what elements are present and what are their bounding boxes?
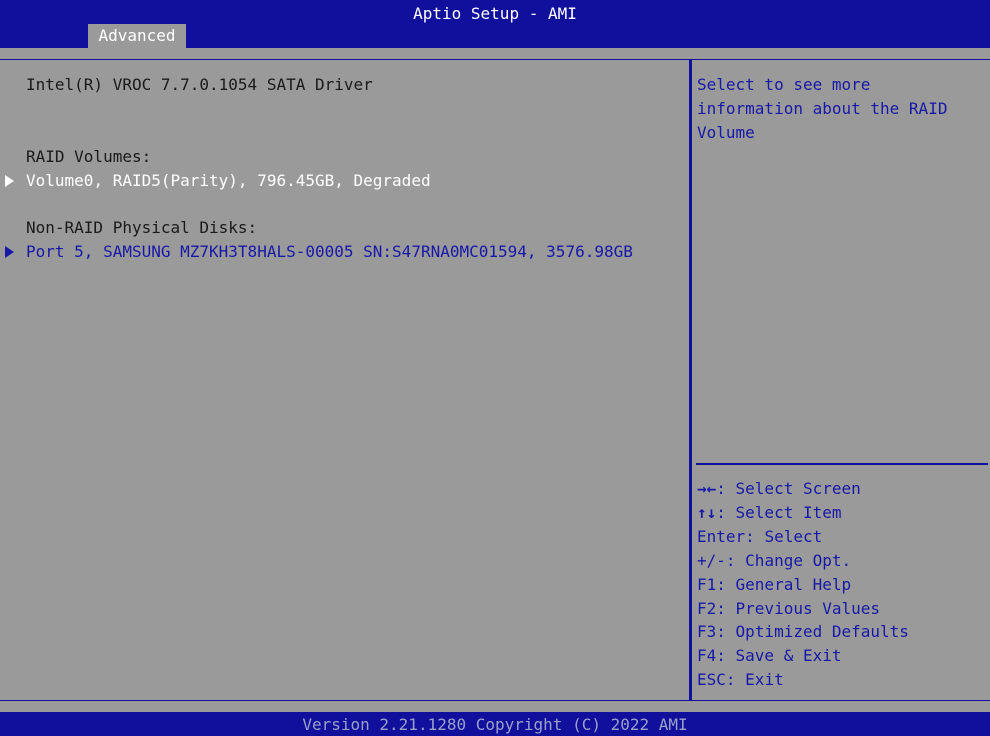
help-description-line: information about the RAID bbox=[697, 99, 948, 118]
non-raid-disks-label: Non-RAID Physical Disks: bbox=[26, 218, 258, 237]
key-hint-select-screen: →←: Select Screen bbox=[697, 479, 861, 498]
tab-advanced[interactable]: Advanced bbox=[88, 24, 186, 48]
key-hint-f2: F2: Previous Values bbox=[697, 599, 881, 618]
driver-title: Intel(R) VROC 7.7.0.1054 SATA Driver bbox=[26, 75, 373, 94]
submenu-arrow-icon bbox=[5, 246, 14, 258]
left-right-arrows-icon: →← bbox=[697, 479, 717, 498]
help-panel: Select to see more information about the… bbox=[690, 59, 990, 701]
key-hint-f4: F4: Save & Exit bbox=[697, 646, 842, 665]
key-hint-f1: F1: General Help bbox=[697, 575, 852, 594]
key-hint-f3: F3: Optimized Defaults bbox=[697, 622, 909, 641]
footer-bar: Version 2.21.1280 Copyright (C) 2022 AMI bbox=[0, 712, 990, 736]
key-hint-change-opt: +/-: Change Opt. bbox=[697, 551, 852, 570]
help-description-line: Volume bbox=[697, 123, 755, 142]
non-raid-disk-item[interactable]: Port 5, SAMSUNG MZ7KH3T8HALS-00005 SN:S4… bbox=[26, 242, 633, 261]
help-description-line: Select to see more bbox=[697, 75, 871, 94]
up-down-arrows-icon: ↑↓ bbox=[697, 503, 717, 522]
main-panel: Intel(R) VROC 7.7.0.1054 SATA Driver RAI… bbox=[0, 59, 690, 701]
key-hint-esc: ESC: Exit bbox=[697, 670, 784, 689]
app-title: Aptio Setup - AMI bbox=[413, 4, 577, 23]
key-hint-select-item: ↑↓: Select Item bbox=[697, 503, 842, 522]
submenu-arrow-icon bbox=[5, 175, 14, 187]
header-bar: Aptio Setup - AMI Advanced bbox=[0, 0, 990, 48]
version-text: Version 2.21.1280 Copyright (C) 2022 AMI bbox=[302, 715, 688, 734]
raid-volume-item[interactable]: Volume0, RAID5(Parity), 796.45GB, Degrad… bbox=[26, 171, 431, 190]
raid-volumes-label: RAID Volumes: bbox=[26, 147, 152, 166]
key-hint-enter: Enter: Select bbox=[697, 527, 823, 546]
help-divider bbox=[696, 463, 988, 465]
